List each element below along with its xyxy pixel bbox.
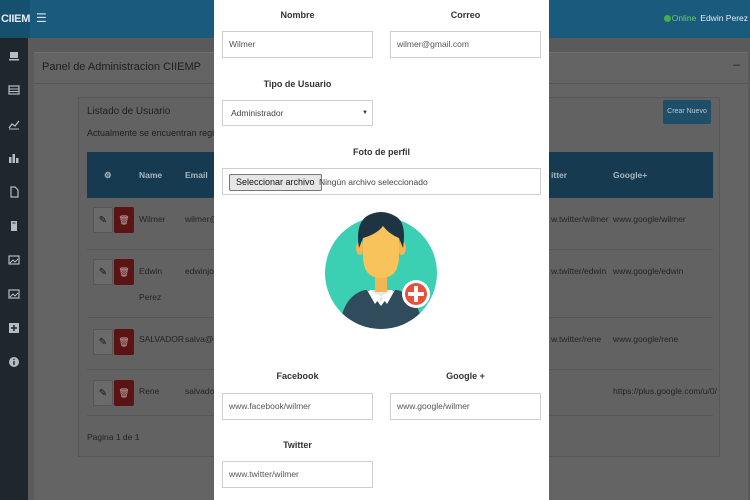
twitter-input[interactable]: www.twitter/wilmer [222, 461, 373, 488]
caret-down-icon: ▼ [362, 110, 368, 116]
line-chart-icon[interactable] [8, 118, 20, 130]
hamburger-icon[interactable]: ☰ [36, 11, 47, 25]
image-icon[interactable] [8, 254, 20, 266]
user-menu[interactable]: Online Edwin Perez [663, 13, 748, 23]
users-list-title: Listado de Usuario [87, 106, 171, 117]
trash-icon[interactable]: 🗑 [114, 207, 134, 233]
file-icon[interactable] [8, 186, 20, 198]
image-icon[interactable] [8, 288, 20, 300]
cell-twitter: w.twitter/rene [551, 334, 602, 344]
trash-icon[interactable]: 🗑 [114, 259, 134, 285]
laptop-icon[interactable] [8, 50, 20, 62]
bar-chart-icon[interactable] [8, 152, 20, 164]
avatar-icon[interactable] [325, 194, 437, 352]
collapse-icon[interactable]: – [733, 57, 740, 71]
select-file-button[interactable]: Seleccionar archivo [229, 174, 322, 191]
correo-input[interactable]: wilmer@gmail.com [390, 31, 541, 58]
online-status-label: Online [671, 13, 697, 23]
cell-google: www.google/rene [613, 334, 679, 344]
nombre-input[interactable]: Wilmer [222, 31, 373, 58]
edit-user-modal: Nombre Correo Wilmer wilmer@gmail.com Ti… [214, 0, 549, 500]
cell-google: www.google/wilmer [613, 214, 686, 224]
plus-square-icon[interactable] [8, 322, 20, 334]
google-input[interactable]: www.google/wilmer [390, 393, 541, 420]
column-header-twitter: itter [551, 170, 568, 180]
correo-label: Correo [450, 10, 481, 20]
gear-icon: ⚙ [104, 170, 112, 180]
cell-name-line2: Perez [139, 292, 162, 302]
tipo-usuario-select[interactable]: Administrador ▼ [222, 100, 373, 126]
pencil-icon[interactable]: ✎ [93, 259, 113, 285]
facebook-label: Facebook [276, 371, 319, 381]
trash-icon[interactable]: 🗑 [114, 380, 134, 406]
tipo-usuario-label: Tipo de Usuario [263, 79, 332, 89]
cell-name: Rene [139, 386, 160, 396]
pagination-info: Pagina 1 de 1 [87, 432, 140, 442]
cell-name: Wilmer [139, 214, 166, 224]
sidebar [0, 38, 28, 500]
foto-perfil-file-input[interactable]: Seleccionar archivo Ningún archivo selec… [222, 168, 541, 195]
cell-email: salvador [185, 386, 218, 396]
create-new-button[interactable]: Crear Nuevo [663, 100, 711, 124]
facebook-input[interactable]: www.facebook/wilmer [222, 393, 373, 420]
brand-logo[interactable]: CIIEM [0, 0, 30, 38]
book-icon[interactable] [8, 220, 20, 232]
cell-twitter: w.twitter/edwin [551, 266, 607, 276]
pencil-icon[interactable]: ✎ [93, 329, 113, 355]
cell-name: SALVADOR [139, 334, 185, 344]
panel-title: Panel de Administracion CIIEMP [42, 61, 201, 73]
google-label: Google + [446, 371, 485, 381]
users-list-subtitle: Actualmente se encuentran registra [87, 128, 230, 138]
pencil-icon[interactable]: ✎ [93, 380, 113, 406]
nombre-label: Nombre [280, 10, 315, 20]
foto-perfil-label: Foto de perfil [353, 147, 410, 157]
trash-icon[interactable]: 🗑 [114, 329, 134, 355]
tipo-usuario-value: Administrador [231, 108, 284, 118]
pencil-icon[interactable]: ✎ [93, 207, 113, 233]
column-header-name: Name [139, 170, 163, 180]
column-header-email: Email [185, 170, 208, 180]
online-status-icon [663, 15, 671, 22]
column-header-google: Google+ [613, 170, 648, 180]
info-icon[interactable] [8, 356, 20, 368]
list-icon[interactable] [8, 84, 20, 96]
user-name: Edwin Perez [700, 13, 748, 23]
cell-twitter: w.twitter/wilmer [551, 214, 609, 224]
cell-google: https://plus.google.com/u/0/ [613, 386, 717, 396]
file-status: Ningún archivo seleccionado [319, 177, 428, 187]
twitter-label: Twitter [283, 440, 312, 450]
cell-name: Edwin [139, 266, 163, 276]
cell-google: www.google/edwin [613, 266, 684, 276]
